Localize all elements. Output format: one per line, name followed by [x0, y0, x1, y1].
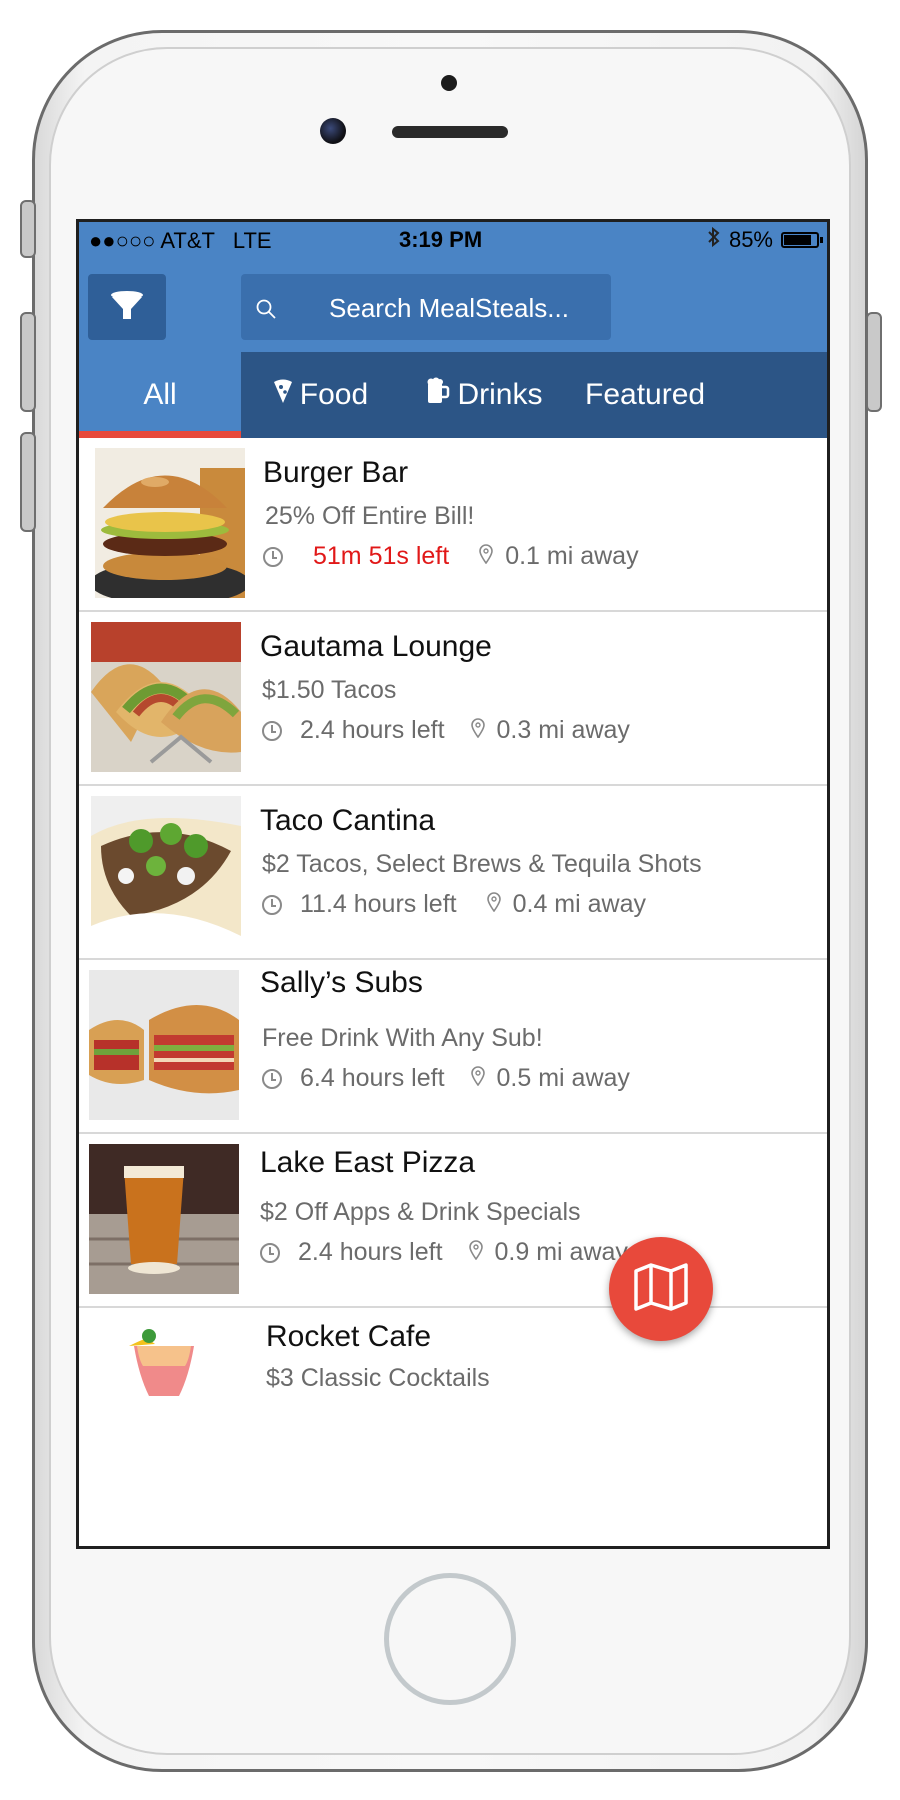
pizza-slice-icon: [272, 378, 294, 412]
tab-label: All: [143, 378, 177, 411]
restaurant-name: Rocket Cafe: [266, 1320, 432, 1353]
food-image-sub: [89, 970, 239, 1120]
distance: 0.1 mi away: [505, 542, 639, 570]
power-button: [866, 312, 882, 412]
clock-icon: [262, 894, 282, 915]
status-right: 85%: [707, 226, 823, 254]
search-input[interactable]: [297, 274, 601, 342]
location-pin-icon: [470, 716, 485, 745]
deal-description: $3 Classic Cocktails: [266, 1364, 490, 1392]
tab-label: Food: [299, 378, 369, 411]
time-left: 51m 51s left: [313, 542, 450, 570]
distance: 0.3 mi away: [496, 716, 630, 744]
drink-image-cocktail: [119, 1316, 209, 1466]
restaurant-name: Sally’s Subs: [260, 966, 423, 999]
deal-meta: 6.4 hours left 0.5 mi away: [262, 1064, 630, 1093]
network-label: LTE: [232, 228, 272, 253]
deal-row[interactable]: Rocket Cafe $3 Classic Cocktails: [79, 1308, 827, 1482]
time-left: 6.4 hours left: [300, 1064, 445, 1092]
volume-down-button: [20, 432, 36, 532]
filter-button[interactable]: [88, 274, 166, 340]
time-left: 11.4 hours left: [300, 890, 457, 918]
deal-meta: 51m 51s left 0.1 mi away: [263, 542, 639, 571]
front-camera: [320, 118, 346, 144]
tab-all[interactable]: All: [79, 352, 241, 438]
food-image-burger: [95, 448, 245, 598]
clock-icon: [262, 720, 282, 741]
deal-description: $1.50 Tacos: [262, 676, 397, 704]
tab-food[interactable]: Food: [241, 352, 399, 438]
proximity-sensor: [441, 75, 457, 91]
clock-icon: [262, 1068, 282, 1089]
drink-image-beer: [89, 1144, 239, 1294]
location-pin-icon: [479, 542, 493, 571]
carrier-label: ●●○○○ AT&T: [89, 228, 215, 253]
restaurant-name: Gautama Lounge: [260, 630, 492, 663]
distance: 0.4 mi away: [512, 890, 646, 918]
deal-row[interactable]: Sally’s Subs Free Drink With Any Sub! 6.…: [79, 960, 827, 1134]
tab-label: Drinks: [457, 378, 543, 411]
deal-description: 25% Off Entire Bill!: [265, 502, 475, 530]
tab-label: Featured: [585, 378, 706, 411]
deal-description: $2 Off Apps & Drink Specials: [260, 1198, 581, 1226]
clock-icon: [260, 1242, 280, 1263]
deal-row[interactable]: Gautama Lounge $1.50 Tacos 2.4 hours lef…: [79, 612, 827, 786]
volume-up-button: [20, 312, 36, 412]
earpiece-speaker: [392, 126, 508, 138]
home-button[interactable]: [384, 1573, 516, 1705]
status-time: 3:19 PM: [399, 227, 483, 252]
beer-mug-icon: [425, 377, 451, 413]
deal-meta: 11.4 hours left 0.4 mi away: [262, 890, 646, 919]
distance: 0.5 mi away: [496, 1064, 630, 1092]
deals-list: Burger Bar 25% Off Entire Bill! 51m 51s …: [79, 438, 827, 1482]
food-image-tacos: [91, 622, 241, 772]
restaurant-name: Lake East Pizza: [260, 1146, 476, 1179]
location-pin-icon: [468, 1238, 483, 1267]
location-pin-icon: [486, 890, 501, 919]
deal-description: $2 Tacos, Select Brews & Tequila Shots: [262, 850, 702, 878]
filter-funnel-icon: [109, 289, 145, 326]
location-pin-icon: [470, 1064, 485, 1093]
time-left: 2.4 hours left: [300, 716, 445, 744]
mute-switch: [20, 200, 36, 258]
time-left: 2.4 hours left: [298, 1238, 443, 1266]
search-bar[interactable]: [241, 274, 611, 342]
category-tabs: All Food Drinks Featured: [79, 352, 827, 438]
restaurant-name: Taco Cantina: [260, 804, 436, 837]
food-image-taco: [91, 796, 241, 946]
tab-drinks[interactable]: Drinks: [399, 352, 569, 438]
bluetooth-icon: [707, 226, 721, 254]
deal-description: Free Drink With Any Sub!: [262, 1024, 543, 1052]
deal-row[interactable]: Lake East Pizza $2 Off Apps & Drink Spec…: [79, 1134, 827, 1308]
app-header: ●●○○○ AT&T LTE 3:19 PM 85%: [79, 222, 827, 352]
restaurant-name: Burger Bar: [263, 456, 409, 489]
carrier-info: ●●○○○ AT&T LTE: [89, 228, 272, 254]
deal-row[interactable]: Taco Cantina $2 Tacos, Select Brews & Te…: [79, 786, 827, 960]
status-bar: ●●○○○ AT&T LTE 3:19 PM 85%: [79, 222, 827, 258]
search-icon: [255, 296, 277, 327]
clock-icon: [263, 546, 283, 567]
tab-featured[interactable]: Featured: [569, 352, 827, 438]
deal-meta: 2.4 hours left 0.3 mi away: [262, 716, 630, 745]
deal-row[interactable]: Burger Bar 25% Off Entire Bill! 51m 51s …: [79, 438, 827, 612]
map-view-button[interactable]: [609, 1237, 713, 1341]
deal-meta: 2.4 hours left 0.9 mi away: [260, 1238, 628, 1267]
battery-icon: [781, 232, 823, 248]
battery-percent: 85%: [728, 227, 773, 252]
battery-fill: [784, 235, 811, 245]
map-icon: [633, 1262, 689, 1316]
app-screen: ●●○○○ AT&T LTE 3:19 PM 85% Search MealSt…: [76, 219, 830, 1549]
distance: 0.9 mi away: [494, 1238, 628, 1266]
